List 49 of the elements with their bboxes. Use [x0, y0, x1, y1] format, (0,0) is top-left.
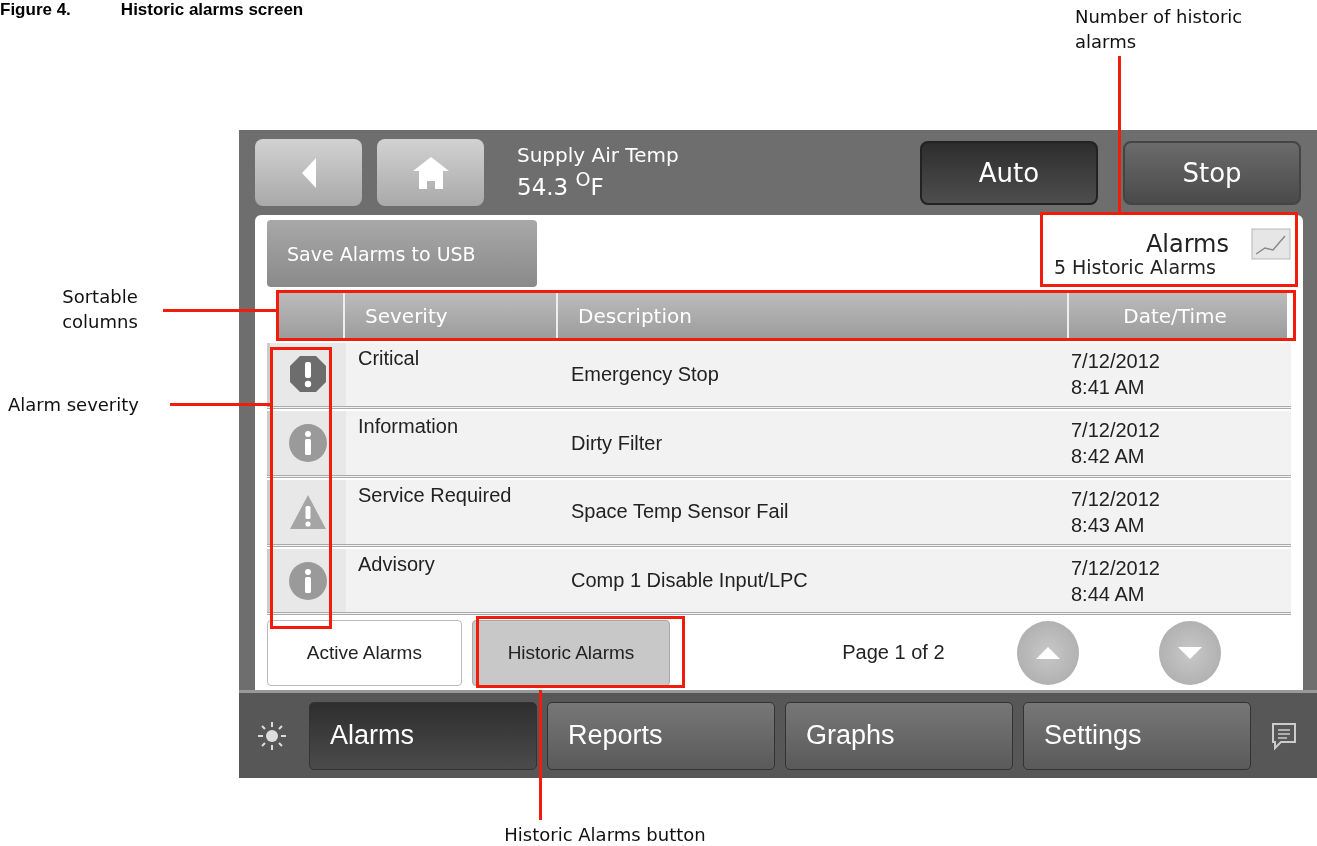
- page-indicator: Page 1 of 2: [842, 641, 946, 665]
- down-triangle-icon: [1176, 645, 1203, 660]
- description-cell: Comp 1 Disable Input/LPC: [571, 569, 808, 593]
- figure-number: Figure 4.: [0, 0, 71, 20]
- time-cell-text: 8:44 AM: [1071, 581, 1146, 607]
- date-cell-text: 7/12/2012: [1071, 486, 1161, 512]
- figure-title: Historic alarms screen: [120, 0, 304, 20]
- critical-octagon-icon: [288, 354, 328, 395]
- mode-button[interactable]: Auto: [920, 140, 1098, 205]
- callout-label: Sortable columns: [61, 285, 139, 335]
- severity-cell: Information: [358, 415, 459, 438]
- severity-cell: Service Required: [358, 484, 512, 507]
- info-icon: [288, 423, 328, 464]
- panel-title: Alarms: [1145, 230, 1229, 258]
- up-triangle-icon: [1034, 645, 1061, 660]
- message-icon[interactable]: [1269, 720, 1299, 751]
- alarm-row[interactable]: Information Dirty Filter 7/12/2012 8:42 AM: [267, 411, 1291, 479]
- date-cell-text: 7/12/2012: [1071, 555, 1161, 581]
- alarm-row[interactable]: Advisory Comp 1 Disable Input/LPC 7/12/2012 8:44 AM: [267, 548, 1291, 616]
- point-name: Supply Air Temp: [517, 143, 680, 169]
- severity-cell: Advisory: [358, 552, 435, 575]
- point-value: 54.3 $^{O}$F: [517, 168, 605, 202]
- time-cell-text: 8:43 AM: [1071, 512, 1146, 538]
- severity-cell: Critical: [358, 346, 420, 369]
- description-cell: Dirty Filter: [571, 431, 663, 455]
- info-icon: [288, 560, 328, 601]
- alarm-row[interactable]: Service Required Space Temp Sensor Fail 7/12/2012 8:43 AM: [267, 480, 1291, 547]
- nav-tab[interactable]: Graphs: [785, 701, 1013, 770]
- date-cell-text: 7/12/2012: [1071, 349, 1161, 375]
- callout-label: Alarm severity: [8, 393, 140, 417]
- callout-label: Number of historic alarms: [1075, 5, 1244, 55]
- nav-tab[interactable]: Reports: [547, 701, 775, 770]
- trend-chart-icon[interactable]: [1251, 228, 1291, 260]
- view-toggle-button[interactable]: Historic Alarms: [471, 619, 671, 686]
- nav-tab[interactable]: Alarms: [309, 701, 537, 770]
- mode-button[interactable]: Stop: [1123, 140, 1301, 205]
- alarm-row[interactable]: Critical Emergency Stop 7/12/2012 8:41 AM: [267, 342, 1291, 410]
- time-cell-text: 8:41 AM: [1071, 375, 1146, 401]
- home-button[interactable]: [377, 139, 484, 206]
- view-toggle-button[interactable]: Active Alarms: [267, 619, 462, 686]
- back-button[interactable]: [255, 139, 362, 206]
- alarm-count: 5 Historic Alarms: [1053, 256, 1216, 278]
- description-cell: Space Temp Sensor Fail: [571, 500, 789, 524]
- description-cell: Emergency Stop: [571, 362, 719, 386]
- nav-tab[interactable]: Settings: [1023, 701, 1251, 770]
- date-cell-text: 7/12/2012: [1071, 418, 1161, 444]
- brightness-icon[interactable]: [257, 720, 287, 751]
- time-cell-text: 8:42 AM: [1071, 444, 1146, 470]
- callout-label: Historic Alarms button: [503, 823, 707, 846]
